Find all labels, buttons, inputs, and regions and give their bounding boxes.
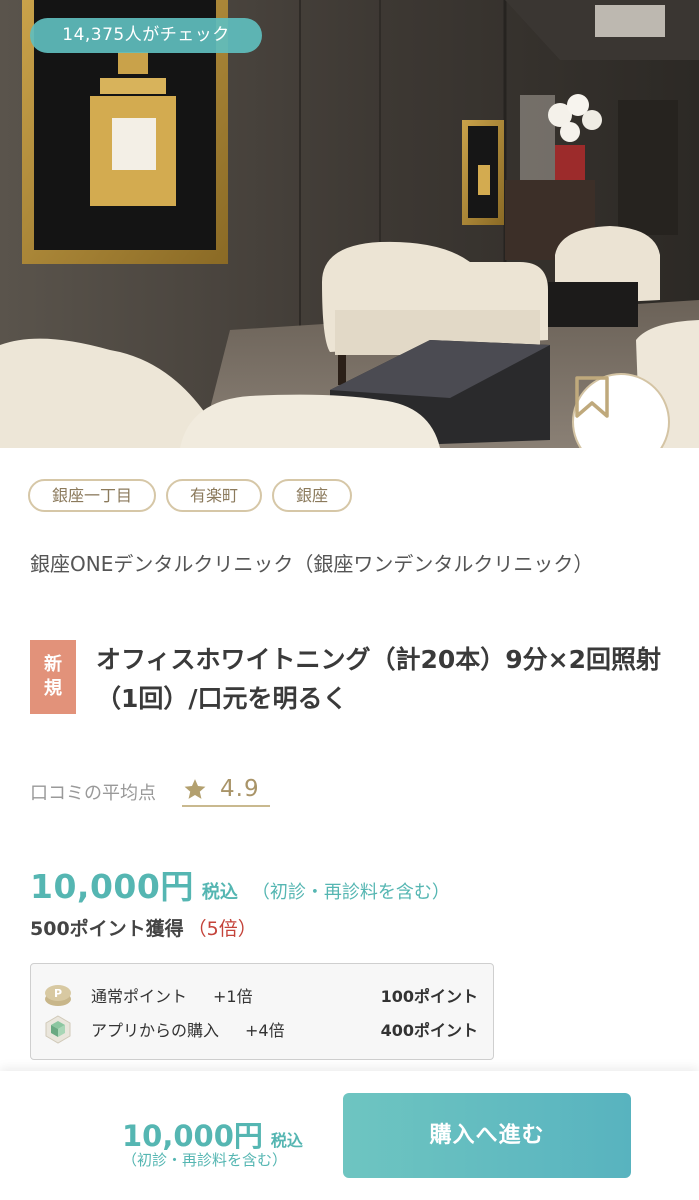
star-icon [184,778,206,799]
price-note: （初診・再診料を含む） [251,882,450,903]
points-row-multiplier: +4倍 [245,1021,285,1040]
points-row-amount: 400ポイント [380,1021,478,1040]
points-row-multiplier: +1倍 [213,987,253,1006]
check-count-text: 14,375人がチェック [62,25,230,45]
hero-image: 14,375人がチェック [0,0,699,448]
rating-row: 口コミの平均点 4.9 [30,776,270,807]
app-icon [45,1015,71,1044]
points-row-amount: 100ポイント [380,987,478,1006]
footer-price-tax-label: 税込 [270,1131,303,1150]
points-total-row: 500ポイント獲得 （5倍） [30,914,257,941]
area-tag-ginza[interactable]: 銀座 [272,479,353,512]
rating-label: 口コミの平均点 [30,782,156,804]
area-tag-yurakucho[interactable]: 有楽町 [166,479,263,512]
svg-text:P: P [54,987,62,1000]
clinic-name[interactable]: 銀座ONEデンタルクリニック（銀座ワンデンタルクリニック） [30,548,650,580]
price-amount: 10,000円 [30,867,194,906]
proceed-to-purchase-button[interactable]: 購入へ進む [343,1093,631,1178]
rating-value: 4.9 [220,776,260,802]
new-badge: 新規 [30,640,76,714]
check-count-badge: 14,375人がチェック [30,18,262,53]
points-row-label: 通常ポイント [91,987,188,1006]
points-breakdown-box: P 通常ポイント +1倍 100ポイント アプリからの購入 +4倍 400ポイント [30,963,494,1060]
points-total: 500ポイント獲得 [30,918,184,940]
area-tag-ginza-itchome[interactable]: 銀座一丁目 [28,479,157,512]
points-breakdown-row: P 通常ポイント +1倍 100ポイント [31,980,493,1010]
rating-score-link[interactable]: 4.9 [182,776,270,807]
footer-price-note: （初診・再診料を含む） [122,1151,288,1169]
purchase-footer: 10,000円 税込 （初診・再診料を含む） 購入へ進む [0,1071,699,1200]
points-row-label: アプリからの購入 [91,1021,220,1040]
product-title: オフィスホワイトニング（計20本）9分×2回照射（1回）/口元を明るく [96,645,662,713]
area-tags: 銀座一丁目 有楽町 銀座 [28,479,353,512]
price-row: 10,000円 税込 （初診・再診料を含む） [30,860,450,908]
new-badge-text: 新規 [44,654,62,699]
points-breakdown-row: アプリからの購入 +4倍 400ポイント [31,1014,493,1044]
point-coin-icon: P [45,985,71,1006]
bookmark-icon [575,376,609,418]
price-tax-label: 税込 [201,882,238,903]
points-multiplier: （5倍） [187,918,257,940]
